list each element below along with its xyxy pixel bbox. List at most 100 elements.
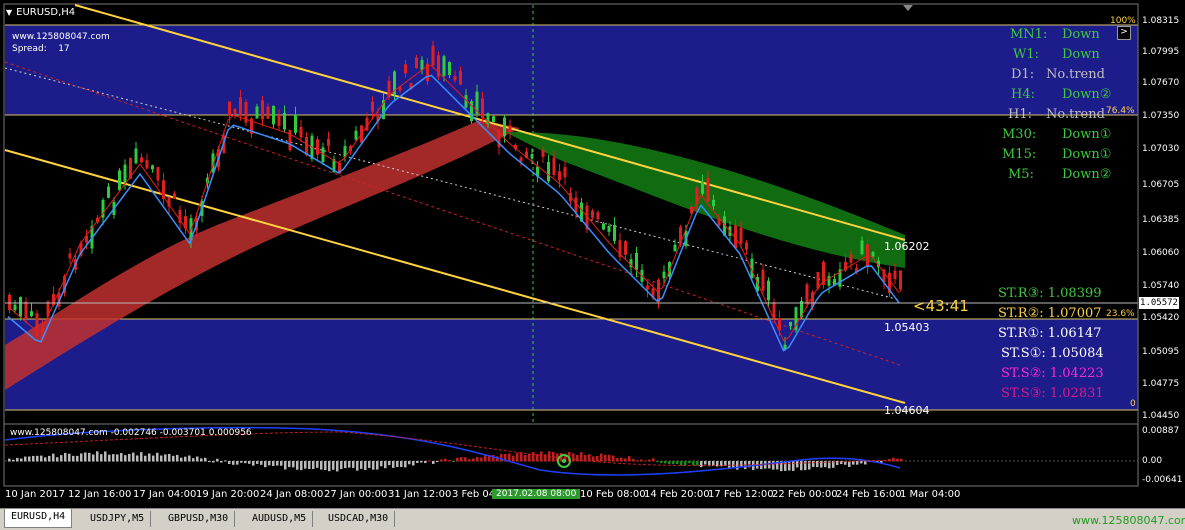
osc-bar (692, 461, 695, 465)
osc-bar (392, 461, 395, 468)
osc-bar (508, 453, 511, 462)
candle-body (228, 101, 231, 117)
candle-body (123, 164, 127, 183)
osc-bar (812, 461, 815, 468)
osc-bar (456, 457, 459, 462)
osc-bar (268, 461, 271, 466)
osc-bar (404, 461, 407, 468)
price-tick: 1.07670 (1142, 78, 1180, 88)
tab-eurusd-h4[interactable]: EURUSD,H4 (4, 509, 73, 528)
mtf-timeframe: MN1: (1010, 27, 1048, 42)
osc-bar (116, 454, 119, 462)
date-tick: 14 Feb 20:00 (644, 489, 710, 500)
candle-body (255, 106, 259, 119)
candle-body (459, 70, 462, 85)
osc-bar (280, 461, 283, 466)
sr-level: ST.S②: 1.04223 (1001, 366, 1104, 381)
osc-bar (604, 454, 607, 462)
sr-level: ST.R①: 1.06147 (998, 326, 1102, 341)
mtf-timeframe: H1: (1008, 107, 1032, 122)
osc-tick-zero: 0.00 (1142, 456, 1163, 466)
osc-bar (616, 458, 619, 462)
candle-body (239, 97, 242, 116)
candle-body (805, 284, 809, 304)
osc-bar (272, 461, 275, 466)
osc-bar (44, 457, 47, 462)
osc-bar (316, 461, 319, 468)
osc-bar (120, 453, 123, 462)
osc-bar (88, 452, 91, 462)
price-label-mid: 1.05403 (884, 321, 930, 334)
osc-bar (632, 458, 635, 462)
candle-body (849, 254, 853, 263)
osc-bar (252, 461, 255, 466)
osc-bar (892, 457, 895, 462)
osc-bar (56, 457, 59, 462)
osc-bar (172, 455, 175, 462)
candle-body (272, 105, 275, 125)
mtf-timeframe: M5: (1008, 167, 1034, 182)
osc-bar (520, 452, 523, 462)
osc-bar (136, 455, 139, 462)
mtf-trend-value: No.trend (1046, 67, 1105, 82)
date-tick: 17 Feb 12:00 (708, 489, 774, 500)
osc-bar (248, 461, 251, 464)
tab-usdcad-m30[interactable]: USDCAD,M30 (322, 511, 396, 527)
osc-tick-top: 0.00887 (1142, 426, 1180, 436)
tab-gbpusd-m30[interactable]: GBPUSD,M30 (162, 511, 236, 527)
mtf-row: M15: Down① (1002, 147, 1111, 162)
osc-bar (804, 461, 807, 471)
osc-bar (348, 461, 351, 468)
osc-bar (168, 453, 171, 462)
osc-bar (664, 461, 667, 464)
osc-bar (572, 453, 575, 462)
sr-level: ST.R③: 1.08399 (998, 286, 1102, 301)
osc-bar (636, 460, 639, 462)
osc-bar (184, 456, 187, 462)
osc-bar (276, 461, 279, 466)
candle-body (563, 167, 567, 178)
osc-bar (680, 461, 683, 466)
osc-bar (224, 460, 227, 462)
osc-bar (220, 461, 223, 463)
date-tick: 22 Feb 00:00 (772, 489, 838, 500)
osc-bar (256, 461, 259, 464)
osc-bar (60, 455, 63, 462)
price-chart[interactable] (0, 0, 1185, 529)
candle-body (118, 170, 121, 191)
osc-bar (156, 452, 159, 462)
osc-bar (108, 454, 111, 462)
osc-bar (104, 451, 107, 462)
mtf-trend-value: Down (1062, 47, 1100, 62)
dropdown-triangle-icon[interactable]: ▼ (6, 8, 12, 17)
osc-bar (420, 461, 423, 463)
candle-body (156, 166, 160, 181)
osc-bar (396, 461, 399, 468)
osc-bar (196, 456, 199, 462)
osc-bar (460, 457, 463, 462)
candle-body (591, 210, 594, 218)
osc-bar (800, 461, 803, 471)
fib-label-236: 23.6% (1106, 309, 1135, 319)
osc-bar (620, 457, 623, 462)
candle-body (294, 114, 297, 133)
candle-body (547, 161, 550, 182)
osc-bar (260, 461, 263, 465)
chart-title[interactable]: ▼ EURUSD,H4 (6, 7, 75, 18)
candle-body (745, 242, 748, 250)
osc-bar (900, 458, 903, 462)
osc-bar (540, 451, 543, 462)
date-cursor-label: 2017.02.08 08:00 (492, 489, 581, 499)
candle-body (30, 311, 33, 317)
tab-usdjpy-m5[interactable]: USDJPY,M5 (84, 511, 152, 527)
candle-body (558, 171, 561, 181)
osc-bar (388, 461, 391, 466)
expand-button[interactable]: > (1117, 26, 1131, 40)
candle-body (701, 181, 704, 194)
price-label-high: 1.06202 (884, 240, 930, 253)
candle-body (371, 101, 374, 112)
tab-audusd-m5[interactable]: AUDUSD,M5 (246, 511, 314, 527)
osc-bar (608, 454, 611, 462)
date-tick: 19 Jan 20:00 (196, 489, 260, 500)
osc-bar (308, 461, 311, 469)
